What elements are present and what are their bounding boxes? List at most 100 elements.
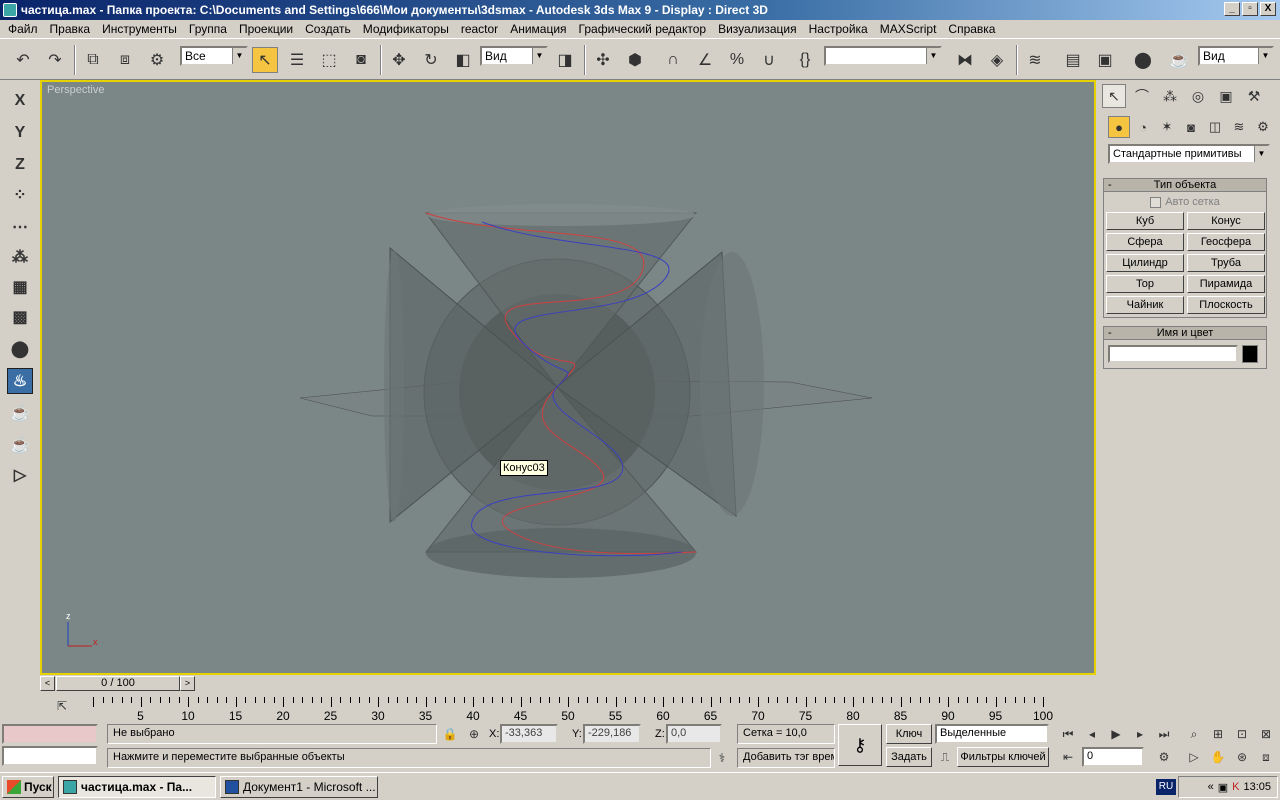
prev-frame-arrow-icon[interactable]: <	[40, 676, 55, 691]
shapes-icon[interactable]: ◔	[1132, 116, 1154, 138]
redo-icon[interactable]: ↷	[42, 47, 68, 73]
set-key-button[interactable]: Задать	[886, 747, 932, 767]
minimize-button[interactable]: _	[1224, 2, 1240, 16]
autogrid-checkbox[interactable]	[1150, 196, 1162, 208]
menu-modifiers[interactable]: Модификаторы	[357, 22, 455, 36]
scale-icon[interactable]: ◧	[450, 47, 476, 73]
teapot-button[interactable]: Чайник	[1106, 296, 1184, 314]
key-tangent-icon[interactable]: ⎍	[935, 747, 955, 767]
menu-create[interactable]: Создать	[299, 22, 357, 36]
systems-icon[interactable]: ⚙	[1252, 116, 1274, 138]
menu-reactor[interactable]: reactor	[455, 22, 504, 36]
angle-snap-icon[interactable]: ∠	[692, 47, 718, 73]
tray-expand-icon[interactable]: «	[1208, 781, 1214, 793]
hierarchy-icon[interactable]: ⁂	[7, 244, 33, 270]
axis-x-button[interactable]: X	[7, 88, 33, 114]
add-time-tag[interactable]: Добавить тэг врем	[737, 748, 835, 768]
torus-button[interactable]: Тор	[1106, 275, 1184, 293]
object-type-header[interactable]: - Тип объекта	[1103, 178, 1267, 192]
goto-start-icon[interactable]: ⏮	[1058, 724, 1078, 744]
key-icon[interactable]: ⚷	[838, 724, 882, 766]
menu-graph-editors[interactable]: Графический редактор	[573, 22, 713, 36]
lock-icon[interactable]: 🔒	[440, 724, 460, 744]
absolute-mode-icon[interactable]: ⊕	[464, 724, 484, 744]
select-by-name-icon[interactable]: ☰	[284, 47, 310, 73]
sphere-button[interactable]: Сфера	[1106, 233, 1184, 251]
render-view-select[interactable]: Вид ▼	[1198, 46, 1274, 66]
x-coord-field[interactable]: -33,363	[500, 724, 558, 744]
display-tab-icon[interactable]: ▣	[1214, 84, 1238, 108]
zoom-extents-icon[interactable]: ⊡	[1232, 724, 1252, 744]
selection-filter-select[interactable]: Все ▼	[180, 46, 248, 66]
spacewarps-icon[interactable]: ≋	[1228, 116, 1250, 138]
modify-tab-icon[interactable]: ⌒	[1130, 84, 1154, 108]
start-button[interactable]: Пуск	[2, 776, 54, 798]
maxscript-listener-mini[interactable]	[2, 724, 98, 744]
pivot-center-icon[interactable]: ◨	[552, 47, 578, 73]
time-tag-icon[interactable]: ⚕	[712, 748, 732, 768]
zoom-icon[interactable]: ⌕	[1184, 724, 1204, 744]
menu-group[interactable]: Группа	[183, 22, 233, 36]
time-slider[interactable]: < 0 / 100 >	[40, 675, 1096, 692]
bind-space-warp-icon[interactable]: ⚙	[144, 47, 170, 73]
menu-maxscript[interactable]: MAXScript	[874, 22, 943, 36]
maximize-viewport-icon[interactable]: ⧈	[1256, 747, 1276, 767]
goto-end-icon[interactable]: ⏭	[1154, 724, 1174, 744]
geosphere-button[interactable]: Геосфера	[1187, 233, 1265, 251]
edit-named-sel-icon[interactable]: {}	[792, 47, 818, 73]
mirror-icon[interactable]: ⧓	[952, 47, 978, 73]
helpers-icon[interactable]: ◫	[1204, 116, 1226, 138]
track-bar[interactable]: ⇱ 5 10 15 20 25 30 35 40 45 50 55 60 65 70 75 80 85 90 95 1…	[40, 692, 1096, 723]
menu-animation[interactable]: Анимация	[504, 22, 572, 36]
antivirus-icon[interactable]: K	[1232, 781, 1239, 793]
menu-customize[interactable]: Настройка	[803, 22, 874, 36]
time-slider-thumb[interactable]: 0 / 100	[56, 676, 180, 691]
name-color-header[interactable]: - Имя и цвет	[1103, 326, 1267, 340]
task-3dsmax[interactable]: частица.max - Па...	[58, 776, 216, 798]
rotate-icon[interactable]: ↻	[418, 47, 444, 73]
utilities-tab-icon[interactable]: ⚒	[1242, 84, 1266, 108]
ref-coord-select[interactable]: Вид ▼	[480, 46, 548, 66]
object-color-swatch[interactable]	[1242, 345, 1258, 363]
spacing-icon[interactable]: ⋯	[7, 214, 33, 240]
link-icon[interactable]: ⧉	[80, 47, 106, 73]
particle-icon[interactable]: ⁘	[7, 182, 33, 208]
render-icon[interactable]: ☕	[1166, 47, 1192, 73]
zoom-extents-all-icon[interactable]: ⊠	[1256, 724, 1276, 744]
geometry-icon[interactable]: ●	[1108, 116, 1130, 138]
menu-views[interactable]: Проекции	[233, 22, 299, 36]
select-icon[interactable]: ↖	[252, 47, 278, 73]
percent-snap-icon[interactable]: %	[724, 47, 750, 73]
graph-icon[interactable]: ▦	[7, 274, 33, 300]
materials-icon[interactable]: ⬤	[7, 336, 33, 362]
network-icon[interactable]: ▣	[1218, 781, 1228, 794]
undo-icon[interactable]: ↶	[10, 47, 36, 73]
cone-button[interactable]: Конус	[1187, 212, 1265, 230]
perspective-viewport[interactable]: Perspective z x Конус03	[40, 80, 1096, 675]
next-frame-arrow-icon[interactable]: >	[180, 676, 195, 691]
paint-icon[interactable]: ▩	[7, 304, 33, 330]
align-icon[interactable]: ◈	[984, 47, 1010, 73]
y-coord-field[interactable]: -229,186	[583, 724, 641, 744]
menu-edit[interactable]: Правка	[44, 22, 97, 36]
menu-help[interactable]: Справка	[942, 22, 1001, 36]
prev-frame-icon[interactable]: ◂	[1082, 724, 1102, 744]
mini-curve-icon[interactable]: ⇱	[52, 696, 72, 716]
cylinder-button[interactable]: Цилиндр	[1106, 254, 1184, 272]
schematic-icon[interactable]: ▣	[1092, 47, 1118, 73]
auto-key-button[interactable]: Ключ	[886, 724, 932, 744]
box-button[interactable]: Куб	[1106, 212, 1184, 230]
close-button[interactable]: X	[1260, 2, 1276, 16]
pyramid-button[interactable]: Пирамида	[1187, 275, 1265, 293]
next-frame-icon[interactable]: ▸	[1130, 724, 1150, 744]
snap-3d-icon[interactable]: ∩	[660, 47, 686, 73]
menu-tools[interactable]: Инструменты	[96, 22, 183, 36]
material-editor-icon[interactable]: ⬤	[1130, 47, 1156, 73]
lights-icon[interactable]: ✶	[1156, 116, 1178, 138]
object-name-input[interactable]	[1108, 345, 1238, 363]
maxscript-input-mini[interactable]	[2, 746, 98, 766]
named-selection-select[interactable]: ▼	[824, 46, 942, 66]
spinner-snap-icon[interactable]: ∪	[756, 47, 782, 73]
fov-icon[interactable]: ▷	[1184, 747, 1204, 767]
autogrid-row[interactable]: Авто сетка	[1104, 192, 1266, 212]
